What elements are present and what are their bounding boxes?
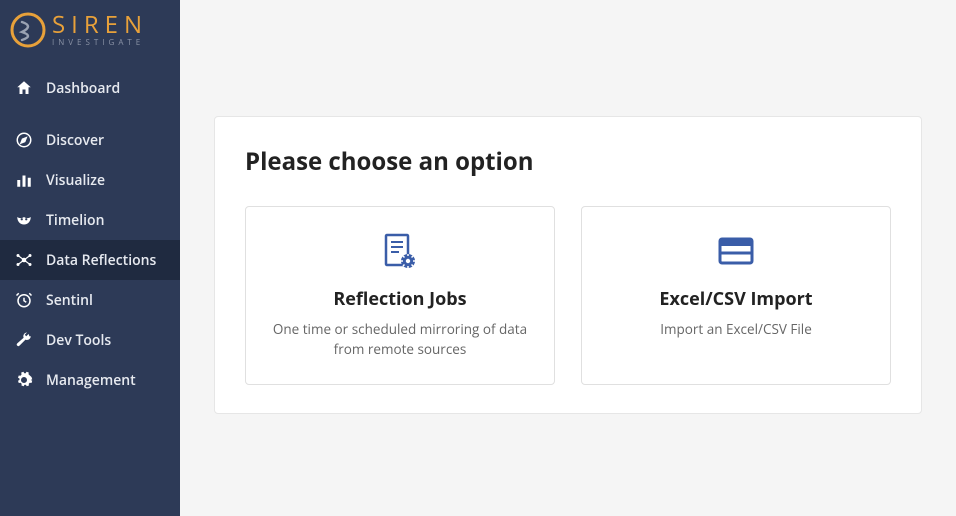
option-title: Excel/CSV Import (600, 287, 872, 311)
brand-subtitle: INVESTIGATE (52, 39, 148, 47)
document-gear-icon (264, 229, 536, 273)
sidebar-item-visualize[interactable]: Visualize (0, 160, 180, 200)
sidebar-item-timelion[interactable]: Timelion (0, 200, 180, 240)
brand-logo[interactable]: SIREN INVESTIGATE (0, 0, 180, 66)
sidebar-item-data-reflections[interactable]: Data Reflections (0, 240, 180, 280)
sidebar-item-label: Dashboard (46, 79, 120, 98)
network-icon (14, 250, 34, 270)
option-excel-csv-import[interactable]: Excel/CSV Import Import an Excel/CSV Fil… (581, 206, 891, 385)
sidebar-item-label: Management (46, 371, 136, 390)
sidebar-item-sentinl[interactable]: Sentinl (0, 280, 180, 320)
page-title: Please choose an option (245, 145, 891, 178)
brand-name: SIREN (52, 13, 148, 37)
sidebar-item-dashboard[interactable]: Dashboard (0, 66, 180, 110)
option-description: Import an Excel/CSV File (600, 319, 872, 339)
gear-icon (14, 370, 34, 390)
sidebar-item-label: Discover (46, 131, 104, 150)
mask-icon (14, 210, 34, 230)
sidebar: SIREN INVESTIGATE Dashboard Discover Vis… (0, 0, 180, 516)
home-icon (14, 78, 34, 98)
compass-icon (14, 130, 34, 150)
sidebar-item-label: Data Reflections (46, 251, 156, 270)
bar-chart-icon (14, 170, 34, 190)
option-description: One time or scheduled mirroring of data … (264, 319, 536, 360)
option-reflection-jobs[interactable]: Reflection Jobs One time or scheduled mi… (245, 206, 555, 385)
main-content: Please choose an option (180, 0, 956, 516)
options-row: Reflection Jobs One time or scheduled mi… (245, 206, 891, 385)
sidebar-item-label: Timelion (46, 211, 104, 230)
sidebar-item-label: Sentinl (46, 291, 93, 310)
option-panel: Please choose an option (214, 116, 922, 414)
option-title: Reflection Jobs (264, 287, 536, 311)
sidebar-item-discover[interactable]: Discover (0, 120, 180, 160)
wrench-icon (14, 330, 34, 350)
alarm-icon (14, 290, 34, 310)
sidebar-item-dev-tools[interactable]: Dev Tools (0, 320, 180, 360)
sidebar-nav: Dashboard Discover Visualize Timelion Da (0, 66, 180, 400)
table-icon (600, 229, 872, 273)
sidebar-item-management[interactable]: Management (0, 360, 180, 400)
siren-logo-icon (10, 12, 46, 48)
sidebar-item-label: Dev Tools (46, 331, 111, 350)
sidebar-item-label: Visualize (46, 171, 105, 190)
